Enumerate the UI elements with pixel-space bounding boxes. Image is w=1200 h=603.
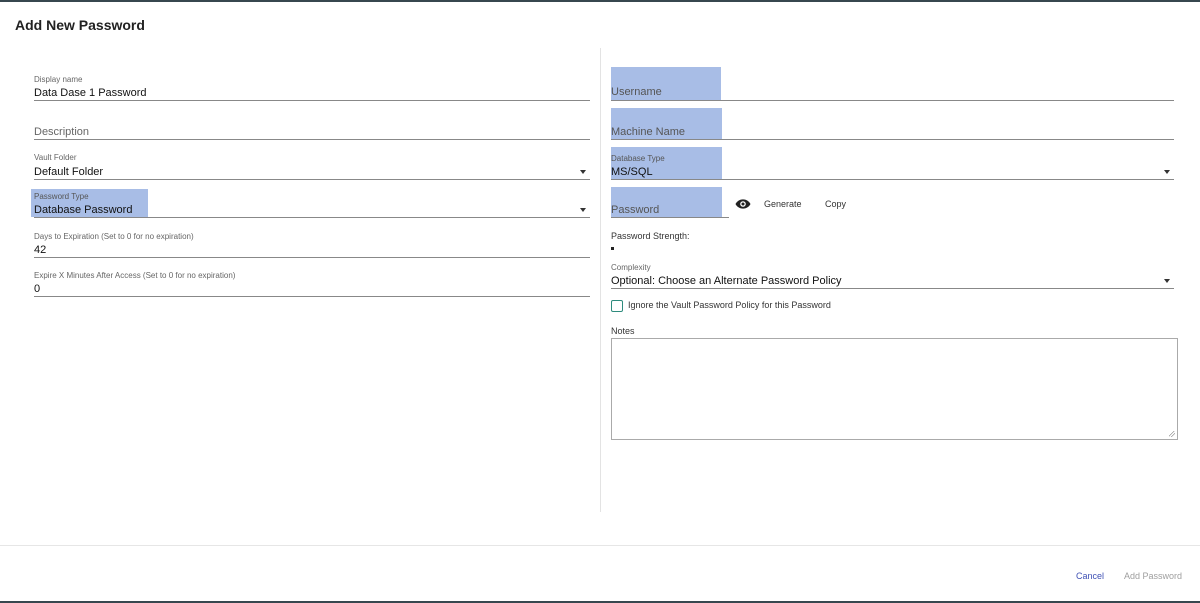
vault-folder-value: Default Folder: [34, 166, 104, 178]
chevron-down-icon: [580, 208, 586, 212]
window-top-border: [0, 0, 1200, 2]
cancel-button[interactable]: Cancel: [1076, 571, 1104, 581]
copy-button[interactable]: Copy: [825, 199, 846, 209]
complexity-select[interactable]: Complexity Optional: Choose an Alternate…: [611, 260, 1174, 289]
vault-folder-label: Vault Folder: [34, 153, 77, 162]
ignore-policy-checkbox[interactable]: [611, 300, 623, 312]
password-type-value: Database Password: [34, 204, 133, 216]
chevron-down-icon: [1164, 279, 1170, 283]
database-type-select[interactable]: Database Type MS/SQL: [611, 151, 1174, 180]
notes-textarea[interactable]: [611, 338, 1178, 440]
days-to-expiration-label: Days to Expiration (Set to 0 for no expi…: [34, 232, 194, 241]
username-placeholder: Username: [611, 86, 662, 98]
display-name-value: Data Dase 1 Password: [34, 87, 147, 99]
expire-minutes-label: Expire X Minutes After Access (Set to 0 …: [34, 271, 236, 280]
password-type-label: Password Type: [34, 192, 89, 201]
display-name-field[interactable]: Display name Data Dase 1 Password: [34, 72, 590, 101]
eye-icon[interactable]: [735, 197, 751, 211]
password-type-select[interactable]: Password Type Database Password: [34, 190, 590, 218]
chevron-down-icon: [580, 170, 586, 174]
dialog-title: Add New Password: [15, 17, 145, 33]
chevron-down-icon: [1164, 170, 1170, 174]
vault-folder-select[interactable]: Vault Folder Default Folder: [34, 151, 590, 180]
password-strength-label: Password Strength:: [611, 231, 690, 241]
complexity-value: Optional: Choose an Alternate Password P…: [611, 275, 842, 287]
add-password-button[interactable]: Add Password: [1124, 571, 1182, 581]
complexity-label: Complexity: [611, 263, 651, 272]
expire-minutes-field[interactable]: Expire X Minutes After Access (Set to 0 …: [34, 268, 590, 297]
password-field[interactable]: Password: [611, 190, 729, 218]
footer-divider: [0, 545, 1200, 546]
username-field[interactable]: Username: [611, 72, 1174, 101]
generate-button[interactable]: Generate: [764, 199, 802, 209]
column-divider: [600, 48, 601, 512]
password-placeholder: Password: [611, 204, 660, 216]
password-strength-meter: [611, 247, 614, 250]
ignore-policy-label: Ignore the Vault Password Policy for thi…: [628, 300, 831, 310]
resize-handle[interactable]: [1169, 431, 1175, 437]
days-to-expiration-field[interactable]: Days to Expiration (Set to 0 for no expi…: [34, 229, 590, 258]
machine-name-placeholder: Machine Name: [611, 126, 685, 138]
description-field[interactable]: Description: [34, 112, 590, 140]
expire-minutes-value: 0: [34, 283, 41, 295]
days-to-expiration-value: 42: [34, 244, 47, 256]
machine-name-field[interactable]: Machine Name: [611, 112, 1174, 140]
notes-label: Notes: [611, 326, 635, 336]
database-type-label: Database Type: [611, 154, 665, 163]
display-name-label: Display name: [34, 75, 83, 84]
description-placeholder: Description: [34, 126, 90, 138]
database-type-value: MS/SQL: [611, 166, 653, 178]
